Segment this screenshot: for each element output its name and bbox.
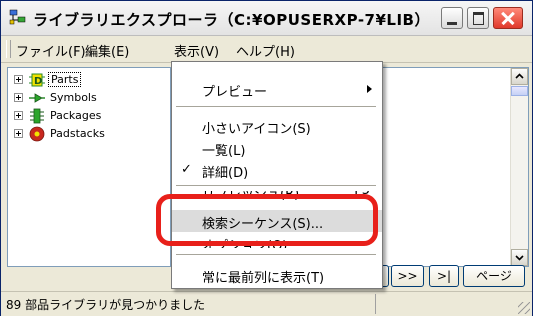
menu-item-list[interactable]: 一覧(L) [172, 137, 382, 159]
menu-item-small-icons[interactable]: 小さいアイコン(S) [172, 115, 382, 137]
annotation-highlight-ring [156, 194, 378, 246]
scroll-down-button[interactable] [511, 249, 528, 266]
resize-grip-icon[interactable] [518, 302, 530, 314]
maximize-button[interactable] [467, 7, 489, 29]
chevron-up-icon [515, 73, 524, 79]
close-button[interactable] [493, 7, 523, 29]
menu-file[interactable]: ファイル(F) [16, 41, 86, 60]
menu-help[interactable]: ヘルプ(H) [236, 41, 295, 60]
tree-item-label: Padstacks [50, 127, 105, 140]
expand-icon[interactable] [14, 75, 23, 84]
menu-item-details[interactable]: ✓ 詳細(D) [172, 159, 382, 181]
packages-icon [30, 108, 44, 124]
last-page-button[interactable]: >| [429, 265, 459, 287]
tree-item-parts[interactable]: D Parts [8, 72, 168, 88]
scroll-up-button[interactable] [511, 68, 528, 85]
symbols-icon [29, 93, 45, 103]
parts-icon: D [29, 73, 45, 87]
tree-item-padstacks[interactable]: Padstacks [8, 126, 168, 142]
expand-icon[interactable] [14, 93, 23, 102]
svg-text:D: D [34, 76, 42, 87]
menu-bar: ファイル(F) 編集(E) 表示(V) ヘルプ(H) [1, 36, 532, 95]
menu-item-label: プレビュー [202, 85, 268, 100]
menu-separator [176, 106, 376, 108]
window-title: ライブラリエクスプローラ（C:¥OPUSERXP-7¥LIB） [33, 11, 430, 29]
library-explorer-app-icon [9, 9, 26, 25]
menu-item-preview[interactable]: プレビュー [172, 78, 382, 100]
minimize-button[interactable] [441, 7, 463, 29]
toolbar-grip [6, 40, 11, 58]
library-tree[interactable]: D Parts Symbols Packages Padstacks [7, 67, 171, 267]
menu-separator [176, 254, 376, 256]
menu-separator [176, 185, 376, 187]
menu-item-label: 一覧(L) [202, 144, 246, 159]
status-text: 89 部品ライブラリが見つかりました [6, 298, 206, 312]
tree-item-label: Packages [50, 109, 102, 122]
next-page-button[interactable]: >> [391, 265, 424, 287]
status-separator [375, 294, 376, 314]
status-bar: 89 部品ライブラリが見つかりました [1, 291, 532, 316]
expand-icon[interactable] [14, 111, 23, 120]
menu-item-label: 常に最前列に表示(T) [202, 271, 325, 286]
tree-item-label: Parts [48, 72, 82, 87]
scroll-thumb[interactable] [511, 86, 528, 96]
vertical-scrollbar[interactable] [510, 68, 528, 266]
padstacks-icon [29, 126, 45, 142]
menu-item-label: 詳細(D) [202, 166, 249, 181]
tree-item-label: Symbols [50, 91, 97, 104]
app-window: ライブラリエクスプローラ（C:¥OPUSERXP-7¥LIB） ファイル(F) … [0, 0, 533, 316]
tree-item-packages[interactable]: Packages [8, 108, 168, 124]
submenu-arrow-icon [367, 85, 372, 93]
menu-edit[interactable]: 編集(E) [85, 41, 129, 60]
view-menu-dropdown: プレビュー 小さいアイコン(S) 一覧(L) ✓ 詳細(D) リフレッシュ(R)… [171, 61, 383, 289]
menu-view[interactable]: 表示(V) [174, 41, 219, 60]
menu-item-label: 小さいアイコン(S) [202, 122, 311, 137]
expand-icon[interactable] [14, 129, 23, 138]
tree-item-symbols[interactable]: Symbols [8, 90, 168, 106]
title-bar[interactable]: ライブラリエクスプローラ（C:¥OPUSERXP-7¥LIB） [1, 1, 532, 36]
menu-item-always-on-top[interactable]: 常に最前列に表示(T) [172, 264, 382, 286]
page-button[interactable]: ページ [463, 265, 525, 287]
chevron-down-icon [515, 255, 524, 261]
checkmark-icon: ✓ [181, 162, 192, 177]
